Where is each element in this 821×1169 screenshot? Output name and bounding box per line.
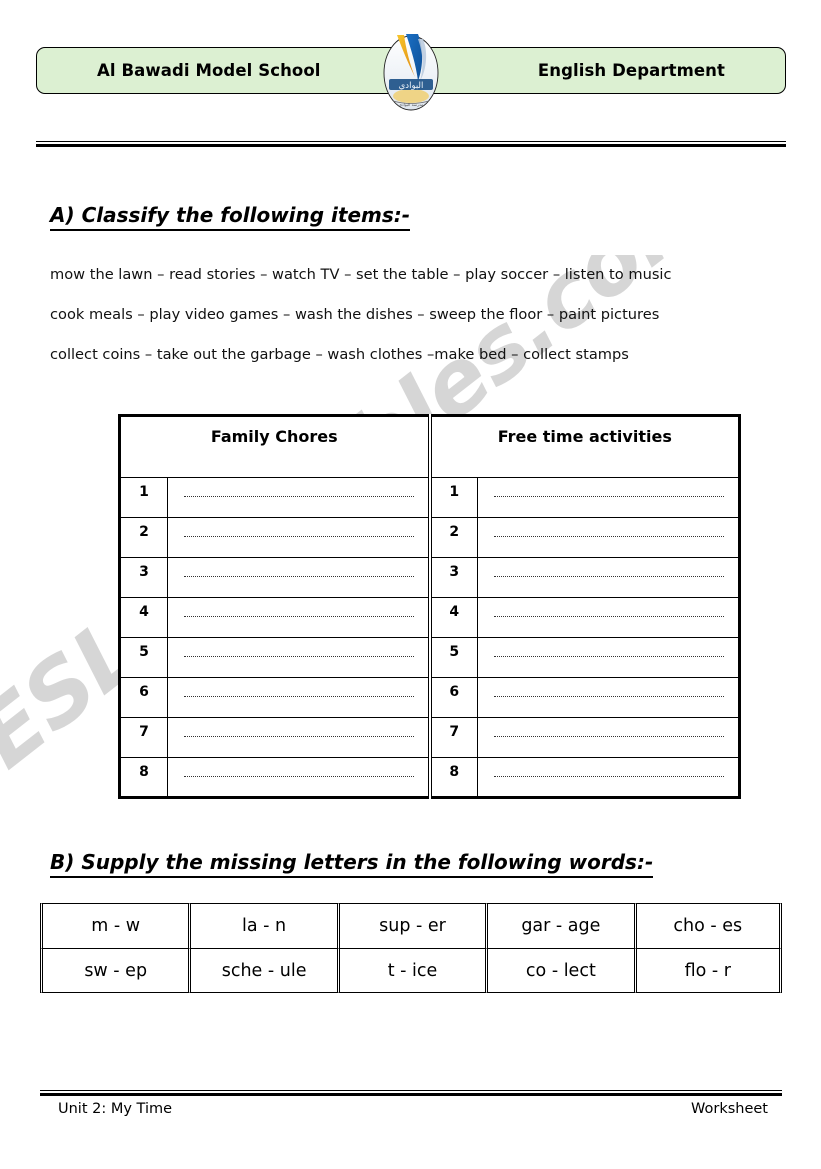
dotted-line	[184, 736, 414, 737]
row-number: 1	[118, 477, 168, 518]
table-row: sw - ep sche - ule t - ice co - lect flo…	[40, 948, 782, 993]
answer-blank-chores[interactable]	[166, 677, 431, 718]
word-cell[interactable]: sw - ep	[40, 948, 189, 993]
word-cell[interactable]: gar - age	[485, 903, 634, 948]
dotted-line	[184, 496, 414, 497]
dotted-line	[494, 536, 725, 537]
word-cell[interactable]: sup - er	[336, 903, 486, 948]
word-cell[interactable]: m - w	[40, 903, 189, 948]
answer-blank-chores[interactable]	[166, 717, 431, 758]
answer-blank-chores[interactable]	[166, 637, 431, 678]
table-row: 2 2	[118, 517, 742, 558]
row-number: 8	[427, 757, 479, 799]
table-row: 1 1	[118, 477, 742, 518]
answer-blank-freetime[interactable]	[477, 557, 742, 598]
footer: Unit 2: My Time Worksheet	[58, 1101, 768, 1117]
classify-table: Family Chores Free time activities 1 1 2	[117, 414, 742, 799]
word-cell[interactable]: flo - r	[633, 948, 782, 993]
worksheet-page: Al Bawadi Model School English Departmen…	[0, 0, 821, 1169]
classify-table-header-row: Family Chores Free time activities	[117, 414, 742, 478]
word-cell[interactable]: cho - es	[633, 903, 782, 948]
school-name: Al Bawadi Model School	[97, 61, 321, 80]
table-row: 4 4	[118, 597, 742, 638]
dotted-line	[494, 736, 725, 737]
row-number: 5	[427, 637, 479, 678]
answer-blank-chores[interactable]	[166, 477, 431, 518]
answer-blank-chores[interactable]	[166, 757, 431, 799]
answer-blank-chores[interactable]	[166, 517, 431, 558]
table-row: 7 7	[118, 717, 742, 758]
word-cell[interactable]: sche - ule	[188, 948, 337, 993]
row-number: 4	[427, 597, 479, 638]
word-cell[interactable]: t - ice	[336, 948, 486, 993]
section-b-heading: B) Supply the missing letters in the fol…	[50, 850, 654, 878]
answer-blank-freetime[interactable]	[477, 757, 742, 799]
table-row: m - w la - n sup - er gar - age cho - es	[40, 903, 782, 948]
column-header-family-chores: Family Chores	[117, 414, 431, 478]
row-number: 2	[118, 517, 168, 558]
row-number: 8	[118, 757, 168, 799]
row-number: 3	[427, 557, 479, 598]
dotted-line	[184, 776, 414, 777]
dotted-line	[494, 616, 725, 617]
dotted-line	[184, 576, 414, 577]
school-crest-logo: البوادي مدرسة البوادي	[377, 33, 445, 112]
table-row: 5 5	[118, 637, 742, 678]
dotted-line	[494, 696, 725, 697]
dotted-line	[184, 616, 414, 617]
answer-blank-freetime[interactable]	[477, 517, 742, 558]
word-cell[interactable]: la - n	[188, 903, 337, 948]
row-number: 6	[427, 677, 479, 718]
dotted-line	[494, 576, 725, 577]
table-row: 8 8	[118, 757, 742, 799]
section-a-item-bank: mow the lawn – read stories – watch TV –…	[50, 255, 790, 375]
dotted-line	[494, 776, 725, 777]
answer-blank-freetime[interactable]	[477, 637, 742, 678]
footer-unit-label: Unit 2: My Time	[58, 1101, 173, 1117]
svg-text:البوادي: البوادي	[399, 81, 424, 91]
row-number: 2	[427, 517, 479, 558]
row-number: 7	[118, 717, 168, 758]
header-divider-rule	[36, 141, 786, 147]
dotted-line	[184, 696, 414, 697]
row-number: 7	[427, 717, 479, 758]
department-name: English Department	[537, 61, 725, 80]
dotted-line	[494, 656, 725, 657]
row-number: 1	[427, 477, 479, 518]
table-row: 3 3	[118, 557, 742, 598]
dotted-line	[184, 536, 414, 537]
item-bank-line: mow the lawn – read stories – watch TV –…	[50, 266, 672, 283]
classify-table-body: 1 1 2 2 3 3 4 4 5 5 6 6 7 7 8 8	[118, 477, 742, 799]
row-number: 5	[118, 637, 168, 678]
classify-table-container: Family Chores Free time activities 1 1 2	[117, 414, 742, 799]
answer-blank-freetime[interactable]	[477, 597, 742, 638]
dotted-line	[184, 656, 414, 657]
item-bank-line: cook meals – play video games – wash the…	[50, 306, 660, 323]
footer-type-label: Worksheet	[691, 1101, 768, 1117]
row-number: 6	[118, 677, 168, 718]
answer-blank-freetime[interactable]	[477, 677, 742, 718]
missing-letters-table: m - w la - n sup - er gar - age cho - es…	[40, 903, 782, 993]
answer-blank-freetime[interactable]	[477, 477, 742, 518]
answer-blank-chores[interactable]	[166, 557, 431, 598]
section-a-heading: A) Classify the following items:-	[50, 203, 411, 231]
answer-blank-chores[interactable]	[166, 597, 431, 638]
word-cell[interactable]: co - lect	[485, 948, 634, 993]
row-number: 3	[118, 557, 168, 598]
missing-letters-table-container: m - w la - n sup - er gar - age cho - es…	[40, 903, 782, 993]
row-number: 4	[118, 597, 168, 638]
item-bank-line: collect coins – take out the garbage – w…	[50, 346, 629, 363]
dotted-line	[494, 496, 725, 497]
answer-blank-freetime[interactable]	[477, 717, 742, 758]
column-header-free-time: Free time activities	[427, 414, 742, 478]
svg-text:مدرسة البوادي: مدرسة البوادي	[399, 102, 424, 107]
table-row: 6 6	[118, 677, 742, 718]
footer-divider-rule	[40, 1090, 782, 1096]
